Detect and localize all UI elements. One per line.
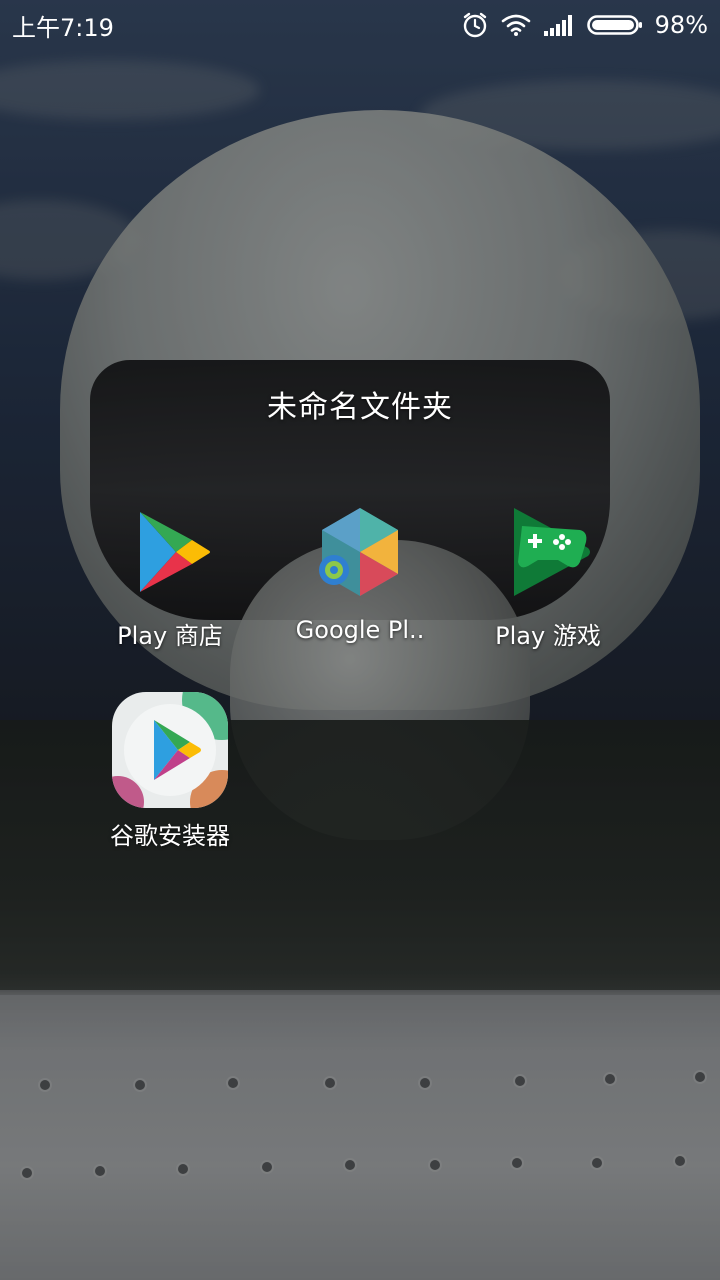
alarm-icon	[461, 11, 489, 39]
google-play-services-icon	[312, 504, 408, 600]
status-time: 上午7:19	[12, 13, 114, 42]
app-label: Play 游戏	[495, 622, 601, 650]
signal-icon	[543, 13, 575, 37]
google-installer-icon	[110, 690, 230, 810]
app-google-installer[interactable]: 谷歌安装器	[75, 690, 265, 851]
battery-icon	[586, 13, 643, 37]
app-label: Play 商店	[117, 622, 223, 650]
play-store-icon	[122, 504, 218, 600]
app-play-store[interactable]: Play 商店	[75, 504, 265, 651]
status-bar: 上午7:19 98%	[0, 0, 720, 50]
folder-title[interactable]: 未命名文件夹	[0, 382, 720, 426]
app-label: 谷歌安装器	[110, 822, 230, 850]
status-icons: 98%	[461, 11, 708, 39]
wifi-icon	[501, 13, 531, 37]
play-games-icon	[500, 504, 596, 600]
battery-percent: 98%	[654, 11, 708, 39]
app-play-games[interactable]: Play 游戏	[453, 504, 643, 651]
app-google-play-services[interactable]: Google Pl..	[265, 504, 455, 644]
app-label: Google Pl..	[295, 616, 425, 644]
